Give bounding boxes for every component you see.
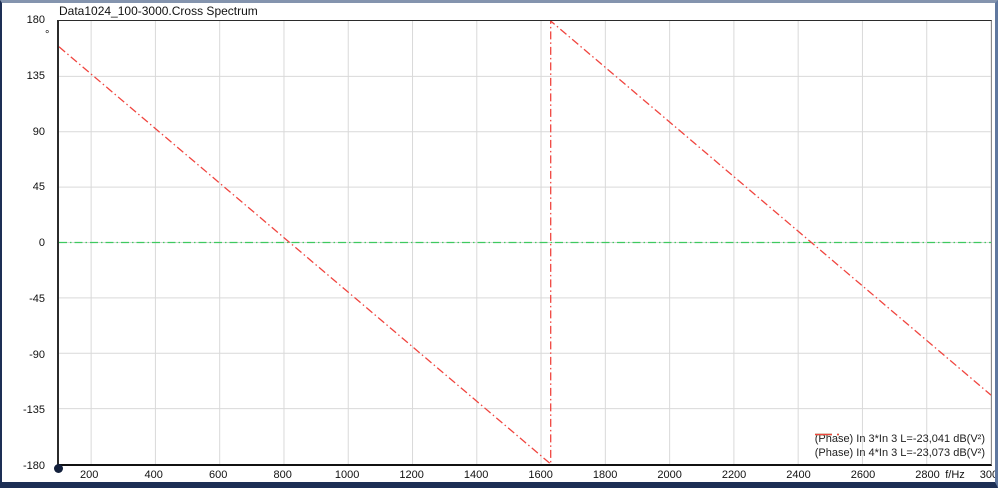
spectrum-window: Data1024_100-3000.Cross Spectrum (Phase)… xyxy=(0,0,998,488)
x-tick-label: 3000 xyxy=(979,469,998,481)
y-tick-label: -135 xyxy=(22,404,45,417)
y-tick-label: 45 xyxy=(32,181,45,194)
x-tick-label: 1800 xyxy=(592,469,618,481)
legend-item-2[interactable]: (Phase) In 4*In 3 L=-23,073 dB(V²) xyxy=(814,433,985,459)
legend-line-sample xyxy=(814,433,847,436)
chart-canvas xyxy=(59,21,991,464)
y-tick-label: -180 xyxy=(22,460,45,472)
x-tick-label: 2400 xyxy=(786,469,811,481)
x-unit-label: f/Hz xyxy=(945,469,965,481)
x-tick-label: 800 xyxy=(273,469,292,481)
y-tick-label: -90 xyxy=(29,348,45,361)
y-tick-label: 0 xyxy=(38,237,45,249)
plot-title: Data1024_100-3000.Cross Spectrum xyxy=(59,4,258,18)
y-tick-label: 180 xyxy=(26,14,45,26)
legend-label: (Phase) In 4*In 3 L=-23,073 dB(V²) xyxy=(814,446,985,459)
x-tick-label: 600 xyxy=(209,469,228,481)
y-unit-label: ° xyxy=(45,29,50,41)
y-tick-label: 90 xyxy=(32,125,45,138)
x-tick-label: 2600 xyxy=(850,469,876,481)
x-tick-label: 1400 xyxy=(463,469,489,481)
legend: (Phase) In 3*In 3 L=-23,041 dB(V²) (Phase… xyxy=(814,432,985,459)
origin-handle-dot[interactable] xyxy=(54,464,63,473)
x-tick-label: 400 xyxy=(144,469,163,481)
x-tick-label: 2000 xyxy=(657,469,682,481)
plot-area[interactable]: (Phase) In 3*In 3 L=-23,041 dB(V²) (Phase… xyxy=(57,20,992,466)
x-tick-label: 2800 xyxy=(915,469,940,481)
y-tick-label: -45 xyxy=(29,292,45,305)
y-tick-label: 135 xyxy=(26,69,45,82)
x-tick-label: 200 xyxy=(80,469,99,481)
x-tick-label: 1600 xyxy=(528,469,553,481)
x-tick-label: 2200 xyxy=(721,469,747,481)
x-tick-label: 1000 xyxy=(334,469,360,481)
x-tick-label: 1200 xyxy=(399,469,424,481)
